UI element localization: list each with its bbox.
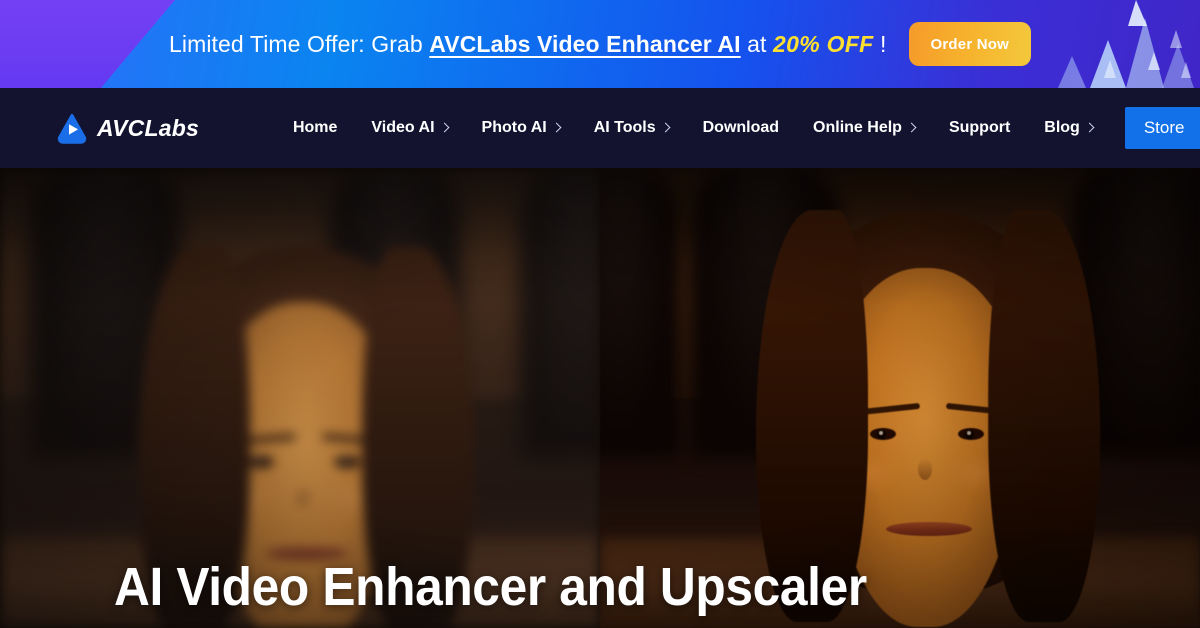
nav-item-label: Video AI: [371, 119, 435, 136]
promo-banner: Limited Time Offer: Grab AVCLabs Video E…: [0, 0, 1200, 88]
chevron-right-icon: [906, 122, 917, 132]
nav-item-video-ai[interactable]: Video AI: [354, 119, 464, 137]
nav-item-label: Photo AI: [481, 119, 547, 136]
store-button[interactable]: Store: [1124, 107, 1200, 149]
promo-suffix: !: [873, 30, 887, 57]
promo-discount: 20% OFF: [773, 30, 874, 57]
nav-item-label: Blog: [1044, 119, 1080, 136]
promo-message: Limited Time Offer: Grab AVCLabs Video E…: [169, 31, 887, 58]
nav-item-label: Online Help: [813, 119, 902, 136]
promo-middle: at: [740, 30, 774, 57]
nav-item-label: Support: [948, 119, 1011, 136]
hero-title-line-1: AI Video Enhancer and Upscaler: [114, 557, 867, 617]
promo-product-link[interactable]: AVCLabs Video Enhancer AI: [429, 31, 740, 57]
order-now-button[interactable]: Order Now: [908, 22, 1031, 66]
hero-copy: AI Video Enhancer and Upscaler to Improv…: [114, 551, 932, 628]
nav-item-photo-ai[interactable]: Photo AI: [465, 119, 577, 137]
brand-name: AVCLabs: [97, 114, 199, 141]
avclabs-logo-icon: [57, 113, 87, 144]
nav-item-online-help[interactable]: Online Help: [796, 119, 932, 137]
nav-item-label: Home: [292, 119, 338, 136]
hero-section: AI Video Enhancer and Upscaler to Improv…: [0, 168, 1200, 628]
chevron-right-icon: [439, 122, 449, 132]
nav-item-support[interactable]: Support: [932, 119, 1027, 137]
chevron-right-icon: [1084, 122, 1095, 132]
nav-item-label: Download: [702, 119, 780, 136]
hero-title-line-2: to Improve Video Quality: [114, 623, 867, 628]
nav-item-ai-tools[interactable]: AI Tools: [577, 119, 686, 137]
nav-item-blog[interactable]: Blog: [1027, 119, 1110, 137]
brand-logo[interactable]: AVCLabs: [56, 112, 199, 144]
chevron-right-icon: [660, 122, 671, 132]
nav-item-label: AI Tools: [593, 119, 656, 136]
main-navigation-bar: AVCLabs Home Video AI Photo AI AI Tools …: [0, 88, 1200, 168]
chevron-right-icon: [551, 122, 562, 132]
promo-prefix: Limited Time Offer: Grab: [168, 30, 430, 57]
nav-item-download[interactable]: Download: [686, 119, 796, 137]
nav-item-home[interactable]: Home: [276, 119, 354, 137]
nav-links: Home Video AI Photo AI AI Tools Download…: [276, 107, 1200, 149]
